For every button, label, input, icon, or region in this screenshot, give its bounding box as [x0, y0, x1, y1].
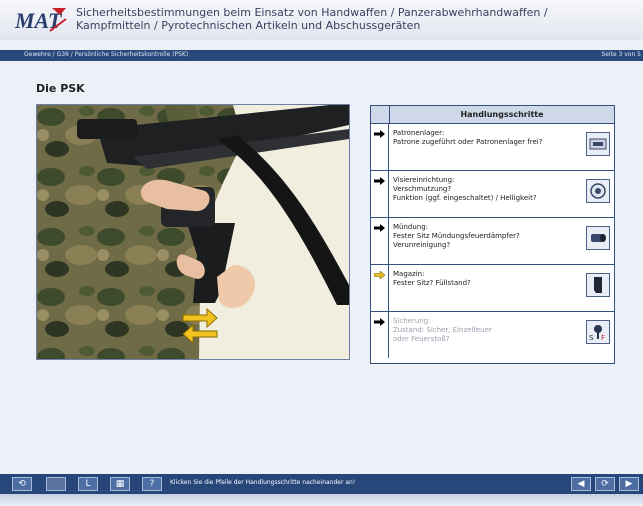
header: MAT Sicherheitsbestimmungen beim Einsatz… [0, 0, 643, 40]
safety-selector-icon: SF [586, 320, 610, 344]
step-arrow-magazine-button[interactable] [371, 265, 389, 311]
action-steps-heading: Handlungsschritte [460, 110, 544, 119]
action-steps-panel: Handlungsschritte Patronenlager: Patrone … [370, 105, 615, 364]
step-arrow-muzzle-button[interactable] [371, 218, 389, 264]
logo-text: MAT [14, 8, 63, 33]
breadcrumb: Gewehre / G36 / Persönliche Sicherheitsk… [24, 51, 189, 58]
footer-reflection [0, 494, 643, 506]
step-arrow-sight-button[interactable] [371, 171, 389, 217]
rifle-photo-illustration [37, 105, 349, 359]
right-arrow-active-icon [374, 271, 385, 279]
print-button[interactable]: ▦ [110, 477, 130, 491]
muzzle-icon [586, 226, 610, 250]
rifle-photo [36, 104, 350, 360]
reload-page-button[interactable]: ⟳ [595, 477, 615, 491]
step-detail: Verunreinigung? [393, 241, 451, 249]
step-title: Mündung: [393, 223, 429, 231]
step-title: Magazin: [393, 270, 425, 278]
step-detail: Patrone zugeführt oder Patronenlager fre… [393, 138, 543, 146]
footer-instruction: Klicken Sie die Pfeile der Handlungsschr… [170, 479, 356, 486]
step-text-magazine: Magazin: Fester Sitz? Füllstand? [389, 265, 614, 311]
step-text-muzzle: Mündung: Fester Sitz Mündungsfeuerdämpfer… [389, 218, 614, 264]
breadcrumb-bar: Gewehre / G36 / Persönliche Sicherheitsk… [0, 50, 643, 61]
svg-text:F: F [601, 334, 605, 342]
step-row-safety: Sicherung: Zustand: Sicher, Einzelfeuer od… [371, 312, 614, 358]
step-detail: oder Feuerstoß? [393, 335, 450, 343]
sight-icon [586, 179, 610, 203]
step-row-sight: Visiereinrichtung: Verschmutzung? Funktion… [371, 171, 614, 218]
right-arrow-icon [374, 130, 385, 138]
mat-logo: MAT [14, 8, 67, 33]
step-detail: Funktion (ggf. eingeschaltet) / Helligke… [393, 194, 537, 202]
help-button[interactable]: ? [142, 477, 162, 491]
step-detail: Fester Sitz Mündungsfeuerdämpfer? [393, 232, 520, 240]
step-detail: Zustand: Sicher, Einzelfeuer [393, 326, 492, 334]
step-text-chamber: Patronenlager: Patrone zugeführt oder Pat… [389, 124, 614, 170]
right-arrow-icon [374, 318, 385, 326]
previous-page-button[interactable]: ◀ [571, 477, 591, 491]
page-indicator: Seite 3 von 5 [601, 51, 641, 58]
magazine-icon [586, 273, 610, 297]
glossary-button[interactable]: L [78, 477, 98, 491]
right-arrow-icon [374, 177, 385, 185]
step-detail: Verschmutzung? [393, 185, 452, 193]
title-line-2: Kampfmitteln / Pyrotechnischen Artikeln … [76, 19, 421, 32]
step-title: Patronenlager: [393, 129, 445, 137]
step-title: Visiereinrichtung: [393, 176, 455, 184]
step-detail: Fester Sitz? Füllstand? [393, 279, 471, 287]
page-title: Die PSK [36, 82, 85, 95]
footer-toolbar: ⟲ L ▦ ? Klicken Sie die Pfeile der Handl… [0, 474, 643, 494]
module-title: Sicherheitsbestimmungen beim Einsatz von… [76, 6, 636, 32]
chamber-icon [586, 132, 610, 156]
arrow-column-header [371, 106, 390, 123]
step-row-chamber: Patronenlager: Patrone zugeführt oder Pat… [371, 124, 614, 171]
next-page-button[interactable]: ▶ [619, 477, 639, 491]
svg-text:S: S [589, 334, 594, 342]
disabled-button [46, 477, 66, 491]
action-steps-header: Handlungsschritte [371, 106, 614, 124]
step-title: Sicherung: [393, 317, 431, 325]
step-row-magazine: Magazin: Fester Sitz? Füllstand? [371, 265, 614, 312]
step-text-sight: Visiereinrichtung: Verschmutzung? Funktion… [389, 171, 614, 217]
exit-button[interactable]: ⟲ [12, 477, 32, 491]
step-arrow-chamber-button[interactable] [371, 124, 389, 170]
right-arrow-icon [374, 224, 385, 232]
title-line-1: Sicherheitsbestimmungen beim Einsatz von… [76, 6, 548, 19]
step-arrow-safety-button[interactable] [371, 312, 389, 358]
step-text-safety: Sicherung: Zustand: Sicher, Einzelfeuer od… [389, 312, 614, 358]
step-row-muzzle: Mündung: Fester Sitz Mündungsfeuerdämpfer… [371, 218, 614, 265]
